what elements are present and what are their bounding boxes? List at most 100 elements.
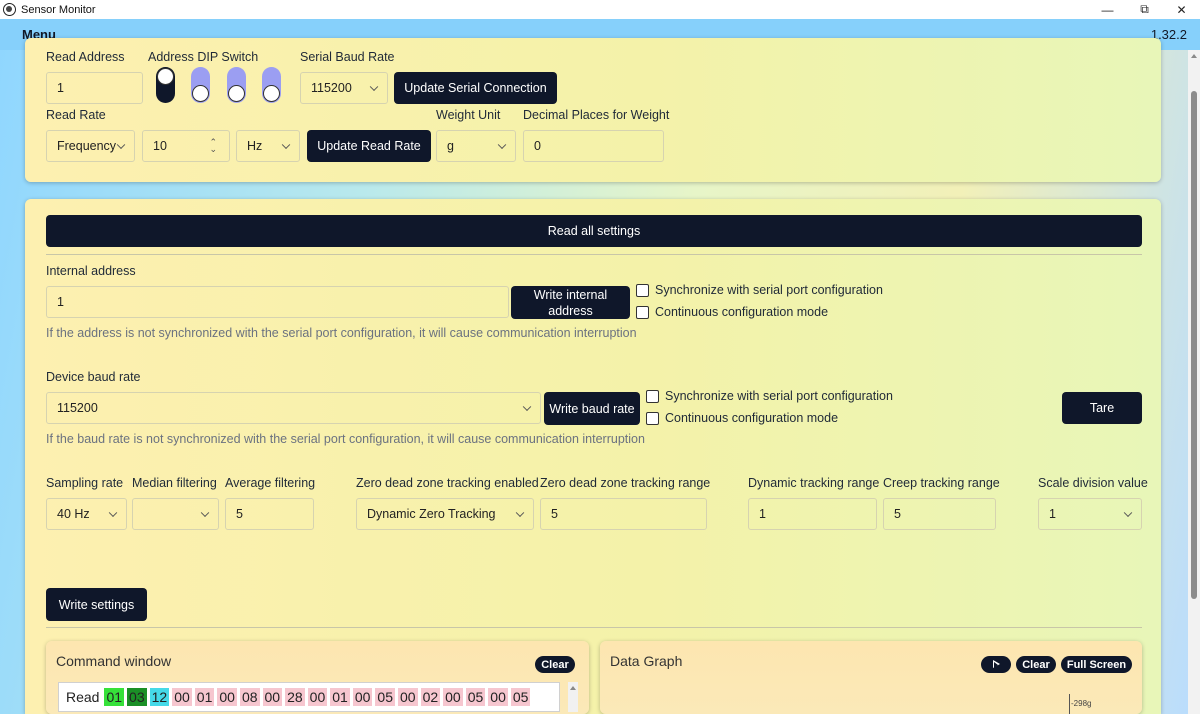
graph-axis-line <box>1069 694 1070 714</box>
baud-continuous-checkbox[interactable]: Continuous configuration mode <box>646 411 838 425</box>
command-byte: 00 <box>352 688 373 706</box>
device-baud-select[interactable]: 115200 <box>46 392 541 424</box>
device-settings-panel: Read all settings Internal address 1 Wri… <box>25 199 1161 714</box>
scale-division-select[interactable]: 1 <box>1038 498 1142 530</box>
checkbox-box[interactable] <box>646 389 659 403</box>
command-byte: 05 <box>510 688 531 706</box>
sampling-rate-label: Sampling rate <box>46 476 124 490</box>
command-byte: 01 <box>330 688 350 706</box>
scale-division-label: Scale division value <box>1038 476 1148 490</box>
tare-button[interactable]: Tare <box>1062 392 1142 424</box>
command-clear-button[interactable]: Clear <box>535 656 575 673</box>
graph-clear-button[interactable]: Clear <box>1016 656 1056 673</box>
command-byte: 01 <box>104 688 125 706</box>
read-rate-stepper[interactable]: 10 ⌃ ⌄ <box>142 130 230 162</box>
command-byte: 00 <box>397 688 418 706</box>
divider <box>46 254 1142 255</box>
command-window-title: Command window <box>56 653 172 669</box>
median-filter-select[interactable] <box>132 498 219 530</box>
data-graph-title: Data Graph <box>610 653 683 669</box>
window-titlebar: Sensor Monitor — ⧉ ✕ <box>0 0 1200 19</box>
zero-tracking-select[interactable]: Dynamic Zero Tracking <box>356 498 534 530</box>
baud-continuous-label: Continuous configuration mode <box>665 411 839 425</box>
read-rate-value: 10 <box>153 139 167 153</box>
command-window-panel: Command window Clear Read 01 03 12 00 01 00 08… <box>46 641 589 714</box>
command-byte: 02 <box>420 688 441 706</box>
write-internal-address-button[interactable]: Write internal address <box>511 286 630 319</box>
command-byte: 12 <box>149 688 170 706</box>
command-byte: 28 <box>285 688 305 706</box>
close-icon[interactable]: ✕ <box>1163 0 1200 19</box>
creep-range-label: Creep tracking range <box>883 476 1000 490</box>
checkbox-box[interactable] <box>646 411 659 425</box>
baud-hint: If the baud rate is not synchronized wit… <box>46 432 645 446</box>
graph-tick-label: -298g <box>1071 699 1092 708</box>
restore-icon[interactable]: ⧉ <box>1126 0 1163 19</box>
internal-address-input[interactable]: 1 <box>46 286 509 318</box>
command-scrollbar[interactable] <box>568 682 578 712</box>
zero-range-label: Zero dead zone tracking range <box>540 476 711 490</box>
read-rate-mode-select[interactable]: Frequency <box>46 130 135 162</box>
scroll-up-icon[interactable] <box>1191 54 1197 58</box>
read-all-settings-button[interactable]: Read all settings <box>46 215 1142 247</box>
checkbox-box[interactable] <box>636 283 649 297</box>
dip-switch-label: Address DIP Switch <box>148 50 259 64</box>
command-row: Read 01 03 12 00 01 00 08 00 28 00 01 00 05 00 02 00 05 0… <box>58 682 560 712</box>
creep-range-input[interactable]: 5 <box>883 498 996 530</box>
dynamic-range-label: Dynamic tracking range <box>748 476 880 490</box>
command-byte: 00 <box>443 688 463 706</box>
checkbox-box[interactable] <box>636 305 649 319</box>
continuous-mode-label: Continuous configuration mode <box>655 305 829 319</box>
dip-switch-2[interactable] <box>191 67 210 103</box>
write-settings-button[interactable]: Write settings <box>46 588 147 621</box>
command-byte: 05 <box>465 688 486 706</box>
dynamic-range-input[interactable]: 1 <box>748 498 877 530</box>
weight-unit-select[interactable]: g <box>436 130 516 162</box>
update-serial-button[interactable]: Update Serial Connection <box>394 72 557 104</box>
window-title: Sensor Monitor <box>21 3 96 16</box>
command-direction-label: Read <box>66 689 100 705</box>
baud-sync-checkbox[interactable]: Synchronize with serial port configurati… <box>646 389 893 403</box>
weight-unit-label: Weight Unit <box>436 108 501 122</box>
baud-sync-label: Synchronize with serial port configurati… <box>665 389 893 403</box>
average-filter-input[interactable]: 5 <box>225 498 314 530</box>
command-byte: 00 <box>488 688 508 706</box>
read-address-input[interactable]: 1 <box>46 72 143 104</box>
minimize-icon[interactable]: — <box>1089 0 1126 19</box>
continuous-mode-checkbox[interactable]: Continuous configuration mode <box>636 305 828 319</box>
scroll-thumb[interactable] <box>1191 91 1197 599</box>
sync-serial-checkbox[interactable]: Synchronize with serial port configurati… <box>636 283 883 297</box>
dip-switch-1[interactable] <box>156 67 175 103</box>
full-screen-button[interactable]: Full Screen <box>1061 656 1132 673</box>
average-filter-label: Average filtering <box>225 476 316 490</box>
address-hint: If the address is not synchronized with … <box>46 326 637 340</box>
read-address-label: Read Address <box>46 50 125 64</box>
sampling-rate-select[interactable]: 40 Hz <box>46 498 127 530</box>
zero-range-input[interactable]: 5 <box>540 498 707 530</box>
window-controls: — ⧉ ✕ <box>1089 0 1200 19</box>
command-byte: 00 <box>172 688 192 706</box>
page-scrollbar[interactable] <box>1188 50 1200 714</box>
dip-switch-3[interactable] <box>227 67 246 103</box>
dip-switch-4[interactable] <box>262 67 281 103</box>
app-logo-icon <box>3 3 16 16</box>
device-baud-label: Device baud rate <box>46 370 141 384</box>
stepper-arrows-icon[interactable]: ⌃ ⌄ <box>209 138 217 154</box>
read-rate-unit-select[interactable]: Hz <box>236 130 300 162</box>
command-byte: 05 <box>375 688 395 706</box>
decimal-places-input[interactable]: 0 <box>523 130 664 162</box>
command-byte: 08 <box>239 688 260 706</box>
median-filter-label: Median filtering <box>132 476 217 490</box>
update-read-rate-button[interactable]: Update Read Rate <box>307 130 431 162</box>
command-byte: 01 <box>194 688 215 706</box>
play-icon[interactable] <box>981 656 1011 673</box>
serial-connection-panel: Read Address 1 Address DIP Switch Serial… <box>25 38 1161 182</box>
write-baud-rate-button[interactable]: Write baud rate <box>544 392 640 425</box>
data-graph-panel: Data Graph Clear Full Screen -298g <box>600 641 1142 714</box>
serial-baud-select[interactable]: 115200 <box>300 72 388 104</box>
command-byte: 00 <box>307 688 328 706</box>
divider <box>46 627 1142 628</box>
sync-serial-label: Synchronize with serial port configurati… <box>655 283 883 297</box>
decimal-places-label: Decimal Places for Weight <box>523 108 670 122</box>
command-byte: 03 <box>127 688 147 706</box>
